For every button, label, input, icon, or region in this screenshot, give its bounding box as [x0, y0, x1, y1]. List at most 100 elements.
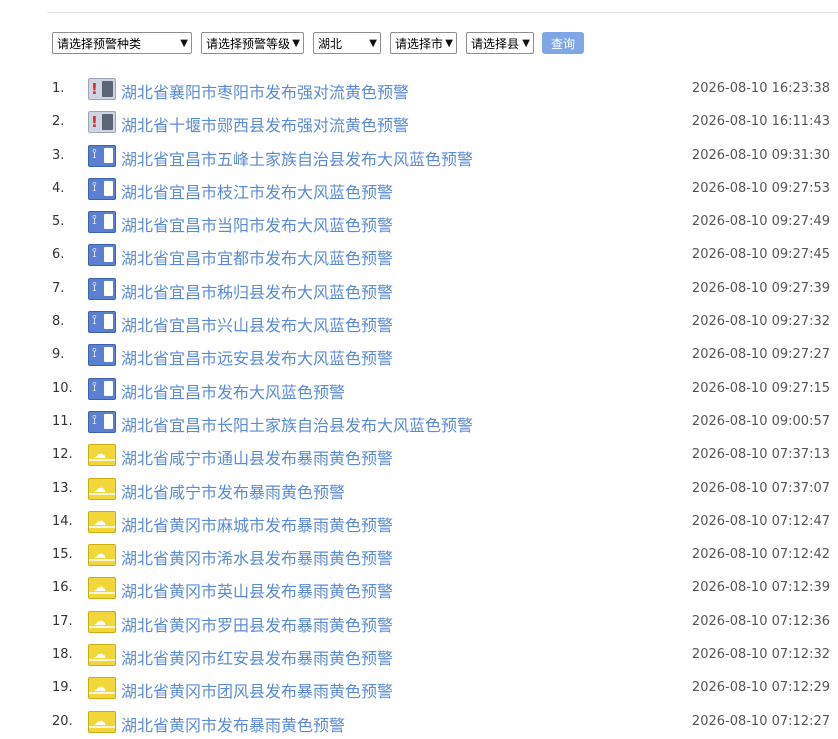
badge-icon: [102, 114, 113, 131]
row-number: 3.: [52, 147, 65, 163]
row-number: 15.: [52, 547, 73, 563]
top-divider: [47, 12, 838, 13]
rainstorm-warning-icon[interactable]: ☁: [88, 510, 116, 533]
warning-title-link[interactable]: 湖北省黄冈市团风县发布暴雨黄色预警: [121, 678, 393, 702]
warning-title-link[interactable]: 湖北省襄阳市枣阳市发布强对流黄色预警: [121, 79, 409, 103]
warning-title-link[interactable]: 湖北省宜昌市兴山县发布大风蓝色预警: [121, 312, 393, 336]
rainstorm-warning-icon[interactable]: ☁: [88, 444, 116, 467]
rainstorm-warning-icon[interactable]: ☁: [88, 644, 116, 667]
row-number: 10.: [52, 380, 73, 396]
badge-icon: [104, 214, 113, 230]
row-number: 14.: [52, 513, 73, 529]
wind-warning-icon[interactable]: ⟟: [88, 311, 116, 334]
row-number: 20.: [52, 713, 73, 729]
warning-title-link[interactable]: 湖北省黄冈市罗田县发布暴雨黄色预警: [121, 612, 393, 636]
warning-title-link[interactable]: 湖北省十堰市郧西县发布强对流黄色预警: [121, 112, 409, 136]
wind-warning-icon[interactable]: ⟟: [88, 144, 116, 167]
warning-type-select[interactable]: 请选择预警种类 ▼: [52, 32, 192, 54]
province-select[interactable]: 湖北 ▼: [313, 32, 381, 54]
warning-title-link[interactable]: 湖北省黄冈市红安县发布暴雨黄色预警: [121, 645, 393, 669]
chevron-down-icon: ▼: [180, 37, 188, 49]
wind-warning-icon[interactable]: ⟟: [88, 410, 116, 433]
warning-time: 2026-08-10 09:27:49: [691, 214, 830, 230]
severe-convection-warning-icon[interactable]: !: [88, 78, 116, 100]
warning-title-link[interactable]: 湖北省宜昌市远安县发布大风蓝色预警: [121, 345, 393, 369]
wind-warning-icon[interactable]: ⟟: [88, 244, 116, 267]
chevron-down-icon: ▼: [292, 37, 300, 49]
wind-warning-icon[interactable]: ⟟: [88, 344, 116, 367]
wind-icon: ⟟: [92, 279, 97, 295]
wind-warning-icon[interactable]: ⟟: [88, 277, 116, 300]
warning-title-link[interactable]: 湖北省宜昌市宜都市发布大风蓝色预警: [121, 245, 393, 269]
row-number: 18.: [52, 647, 73, 663]
warning-title-link[interactable]: 湖北省黄冈市发布暴雨黄色预警: [121, 712, 345, 736]
row-number: 13.: [52, 480, 73, 496]
stripe-decoration: [89, 459, 115, 462]
warning-title-link[interactable]: 湖北省宜昌市秭归县发布大风蓝色预警: [121, 279, 393, 303]
row-number: 11.: [52, 413, 73, 429]
warning-title-link[interactable]: 湖北省黄冈市英山县发布暴雨黄色预警: [121, 578, 393, 602]
warning-time: 2026-08-10 07:37:13: [691, 447, 830, 463]
badge-icon: [104, 280, 113, 296]
wind-icon: ⟟: [92, 346, 97, 362]
warning-row: 3. ⟟ 湖北省宜昌市五峰土家族自治县发布大风蓝色预警 2026-08-10 09:3…: [0, 140, 838, 173]
query-button[interactable]: 查询: [542, 32, 584, 54]
row-number: 17.: [52, 613, 73, 629]
wind-icon: ⟟: [92, 146, 97, 162]
rainstorm-warning-icon[interactable]: ☁: [88, 577, 116, 600]
city-select[interactable]: 请选择市 ▼: [390, 32, 457, 54]
warning-time: 2026-08-10 07:12:39: [691, 580, 830, 596]
stripe-decoration: [89, 559, 115, 562]
warning-title-link[interactable]: 湖北省宜昌市当阳市发布大风蓝色预警: [121, 212, 393, 236]
warning-time: 2026-08-10 07:12:29: [691, 680, 830, 696]
wind-warning-icon[interactable]: ⟟: [88, 211, 116, 234]
warning-title-link[interactable]: 湖北省黄冈市浠水县发布暴雨黄色预警: [121, 545, 393, 569]
county-select[interactable]: 请选择县 ▼: [466, 32, 534, 54]
warning-time: 2026-08-10 09:27:32: [691, 314, 830, 330]
warning-time: 2026-08-10 09:31:30: [691, 147, 830, 163]
warning-row: 1.! 湖北省襄阳市枣阳市发布强对流黄色预警 2026-08-10 16:23:38: [0, 73, 838, 106]
warning-time: 2026-08-10 09:27:45: [691, 247, 830, 263]
rainstorm-warning-icon[interactable]: ☁: [88, 677, 116, 700]
stripe-decoration: [89, 625, 115, 628]
exclamation-icon: !: [91, 80, 98, 98]
warning-title-link[interactable]: 湖北省宜昌市长阳土家族自治县发布大风蓝色预警: [121, 412, 473, 436]
warning-row: 5. ⟟ 湖北省宜昌市当阳市发布大风蓝色预警 2026-08-10 09:27:49: [0, 206, 838, 239]
warning-title-link[interactable]: 湖北省咸宁市发布暴雨黄色预警: [121, 479, 345, 503]
row-number: 19.: [52, 680, 73, 696]
warning-title-link[interactable]: 湖北省宜昌市枝江市发布大风蓝色预警: [121, 179, 393, 203]
wind-icon: ⟟: [92, 313, 97, 329]
warning-title-link[interactable]: 湖北省宜昌市发布大风蓝色预警: [121, 379, 345, 403]
warning-title-link[interactable]: 湖北省咸宁市通山县发布暴雨黄色预警: [121, 445, 393, 469]
stripe-decoration: [89, 659, 115, 662]
badge-icon: [104, 380, 113, 396]
wind-icon: ⟟: [92, 246, 97, 262]
rainstorm-warning-icon[interactable]: ☁: [88, 544, 116, 567]
warning-title-link[interactable]: 湖北省宜昌市五峰土家族自治县发布大风蓝色预警: [121, 146, 473, 170]
warning-row: 6. ⟟ 湖北省宜昌市宜都市发布大风蓝色预警 2026-08-10 09:27:45: [0, 239, 838, 272]
rainstorm-warning-icon[interactable]: ☁: [88, 610, 116, 633]
wind-warning-icon[interactable]: ⟟: [88, 377, 116, 400]
wind-warning-icon[interactable]: ⟟: [88, 177, 116, 200]
badge-icon: [104, 247, 113, 263]
wind-icon: ⟟: [92, 379, 97, 395]
rainstorm-warning-icon[interactable]: ☁: [88, 710, 116, 733]
warning-title-link[interactable]: 湖北省黄冈市麻城市发布暴雨黄色预警: [121, 512, 393, 536]
warning-row: 11. ⟟ 湖北省宜昌市长阳土家族自治县发布大风蓝色预警 2026-08-10 09:…: [0, 406, 838, 439]
warning-time: 2026-08-10 07:12:36: [691, 613, 830, 629]
severe-convection-warning-icon[interactable]: !: [88, 111, 116, 134]
warning-time: 2026-08-10 16:11:43: [691, 114, 830, 130]
warning-type-select-value: 请选择预警种类: [57, 36, 142, 51]
warning-time: 2026-08-10 09:27:15: [691, 380, 830, 396]
exclamation-icon: !: [91, 113, 98, 132]
warning-row: 15. ☁ 湖北省黄冈市浠水县发布暴雨黄色预警 2026-08-10 07:12:42: [0, 539, 838, 572]
rainstorm-warning-icon[interactable]: ☁: [88, 477, 116, 500]
row-number: 7.: [52, 280, 65, 296]
row-number: 4.: [52, 180, 65, 196]
warning-time: 2026-08-10 07:12:47: [691, 513, 830, 529]
wind-icon: ⟟: [92, 412, 97, 428]
warning-level-select[interactable]: 请选择预警等级 ▼: [201, 32, 304, 54]
county-select-value: 请选择县: [471, 36, 520, 51]
warning-time: 2026-08-10 09:27:27: [691, 347, 830, 363]
warning-row: 2.! 湖北省十堰市郧西县发布强对流黄色预警 2026-08-10 16:11:43: [0, 106, 838, 139]
